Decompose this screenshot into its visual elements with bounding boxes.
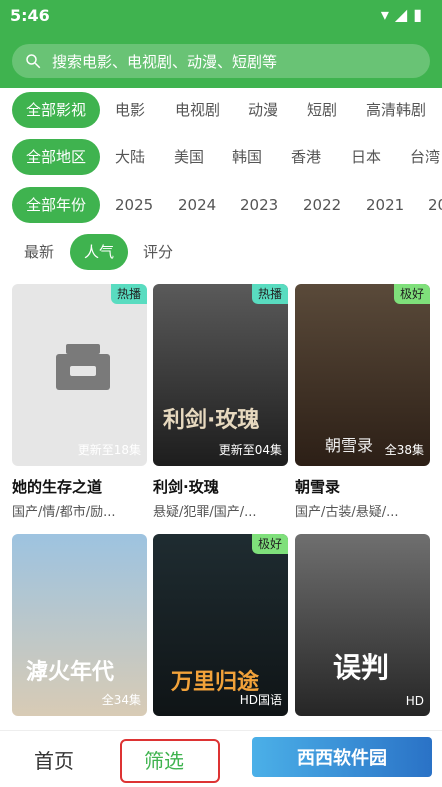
chip-region-taiwan[interactable]: 台湾 — [410, 139, 440, 175]
poster-card-5[interactable]: 极好 万里归途 HD国语 — [153, 534, 288, 716]
chip-type-tv[interactable]: 电视剧 — [175, 92, 220, 128]
poster-card-3[interactable]: 极好 朝雪录 全38集 — [295, 284, 430, 466]
chip-sort-rating[interactable]: 评分 — [143, 234, 173, 270]
chip-region-all[interactable]: 全部地区 — [12, 139, 101, 175]
episode-count: 全34集 — [101, 693, 141, 707]
battery-icon: ▮ — [413, 5, 422, 24]
chip-year-2025[interactable]: 2025 — [115, 187, 153, 223]
chip-year-2024[interactable]: 2024 — [178, 187, 216, 223]
search-icon — [22, 50, 44, 72]
chip-year-2021[interactable]: 2021 — [366, 187, 404, 223]
episode-count: HD国语 — [239, 693, 282, 707]
badge: 热播 — [110, 284, 147, 304]
chip-type-short[interactable]: 短剧 — [307, 92, 337, 128]
item-subtitle-1: 国产/情/都市/励... — [12, 505, 116, 520]
chip-region-mainland[interactable]: 大陆 — [115, 139, 145, 175]
item-title-2[interactable]: 利剑·玫瑰 — [153, 476, 219, 497]
chip-type-all[interactable]: 全部影视 — [12, 92, 101, 128]
chip-type-movie[interactable]: 电影 — [115, 92, 145, 128]
item-subtitle-2: 悬疑/犯罪/国产/... — [153, 505, 257, 520]
wifi-icon: ◢ — [394, 5, 408, 24]
poster-card-1[interactable]: 热播 更新至18集 — [12, 284, 147, 466]
search-placeholder: 搜索电影、电视剧、动漫、短剧等 — [52, 52, 278, 71]
chip-region-japan[interactable]: 日本 — [351, 139, 381, 175]
chip-type-korean[interactable]: 高清韩剧 — [366, 92, 426, 128]
item-title-1[interactable]: 她的生存之道 — [12, 476, 102, 497]
status-time: 5:46 — [10, 6, 50, 25]
tab-home[interactable]: 首页 — [34, 745, 74, 774]
episode-count: 更新至18集 — [77, 443, 141, 457]
poster-title-art: 利剑·玫瑰 — [163, 408, 260, 433]
status-icons: ▾ ◢ ▮ — [381, 5, 422, 24]
signal-icon: ▾ — [380, 5, 389, 24]
placeholder-icon — [52, 344, 114, 394]
status-bar: 5:46 ▾ ◢ ▮ — [0, 0, 442, 30]
poster-title-art: 朝雪录 — [325, 436, 374, 455]
item-title-3[interactable]: 朝雪录 — [295, 476, 340, 497]
episode-count: 更新至04集 — [218, 443, 282, 457]
poster-card-6[interactable]: 误判 HD — [295, 534, 430, 716]
chip-year-more[interactable]: 20 — [428, 187, 442, 223]
watermark-logo: 西西软件园 — [252, 737, 432, 777]
chip-year-2023[interactable]: 2023 — [240, 187, 278, 223]
search-bar[interactable]: 搜索电影、电视剧、动漫、短剧等 — [12, 44, 430, 78]
year-filter-row: 全部年份 2025 2024 2023 2022 2021 20 — [0, 187, 442, 223]
chip-type-anime[interactable]: 动漫 — [248, 92, 278, 128]
episode-count: 全38集 — [384, 443, 424, 457]
chip-year-2022[interactable]: 2022 — [303, 187, 341, 223]
poster-card-2[interactable]: 热播 利剑·玫瑰 更新至04集 — [153, 284, 288, 466]
watermark-text: 西西软件园 — [297, 748, 387, 769]
chip-region-usa[interactable]: 美国 — [174, 139, 204, 175]
chip-year-all[interactable]: 全部年份 — [12, 187, 101, 223]
poster-title-art: 误判 — [333, 651, 390, 684]
badge: 极好 — [251, 534, 288, 554]
chip-region-korea[interactable]: 韩国 — [232, 139, 262, 175]
chip-sort-latest[interactable]: 最新 — [24, 234, 54, 270]
header: 搜索电影、电视剧、动漫、短剧等 — [0, 30, 442, 88]
chip-region-hongkong[interactable]: 香港 — [291, 139, 321, 175]
tab-filter[interactable]: 筛选 — [144, 745, 184, 774]
poster-card-4[interactable]: 滹火年代 全34集 — [12, 534, 147, 716]
poster-title-art: 滹火年代 — [26, 660, 115, 685]
episode-count: HD — [405, 694, 424, 708]
region-filter-row: 全部地区 大陆 美国 韩国 香港 日本 台湾 — [0, 139, 442, 175]
badge: 极好 — [393, 284, 430, 304]
type-filter-row: 全部影视 电影 电视剧 动漫 短剧 高清韩剧 — [0, 92, 442, 128]
badge: 热播 — [251, 284, 288, 304]
sort-filter-row: 最新 人气 评分 — [0, 234, 442, 270]
chip-sort-popular[interactable]: 人气 — [70, 234, 129, 270]
bottom-tab-bar: 首页 筛选 西西软件园 — [0, 730, 442, 787]
item-subtitle-3: 国产/古装/悬疑/... — [295, 505, 399, 520]
